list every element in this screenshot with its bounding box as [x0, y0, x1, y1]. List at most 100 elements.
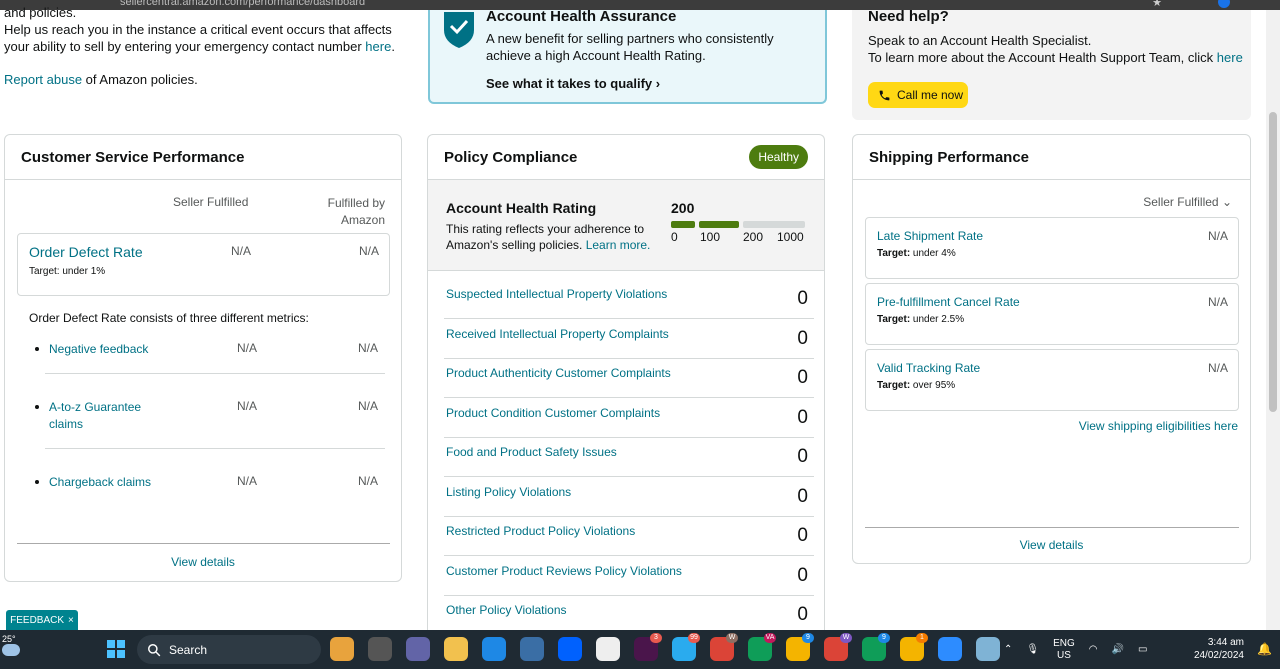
policy-violation-link[interactable]: Other Policy Violations — [446, 603, 567, 617]
widgets-app-icon[interactable] — [330, 637, 354, 661]
target-value: under 2.5% — [910, 314, 965, 325]
chrome-profile-icon[interactable]: W — [824, 633, 852, 661]
slack-app-icon[interactable]: 3 — [634, 633, 662, 661]
call-me-now-button[interactable]: Call me now — [868, 82, 968, 108]
telegram-app-icon[interactable]: 99 — [672, 633, 700, 661]
valid-tracking-rate-box: Valid Tracking Rate Target: over 95% N/A — [865, 349, 1239, 411]
account-health-rating-section: Account Health Rating This rating reflec… — [428, 180, 824, 271]
notification-badge: VA — [764, 633, 776, 643]
weather-widget[interactable]: 25° — [2, 634, 20, 656]
policy-violation-link[interactable]: Listing Policy Violations — [446, 485, 571, 499]
feedback-tab[interactable]: FEEDBACK × — [6, 610, 78, 630]
policy-violation-link[interactable]: Restricted Product Policy Violations — [446, 524, 635, 538]
order-defect-rate-link[interactable]: Order Defect Rate — [29, 244, 143, 260]
card-header: Customer Service Performance — [5, 135, 401, 180]
call-me-now-label: Call me now — [897, 88, 964, 102]
dropbox-icon[interactable] — [558, 637, 582, 661]
fulfillment-channel-dropdown[interactable]: Seller Fulfilled ⌄ — [1143, 195, 1232, 209]
learn-more-link[interactable]: Learn more. — [586, 238, 651, 252]
store-app-icon[interactable] — [520, 637, 544, 661]
zoom-app-icon[interactable] — [938, 637, 962, 661]
metric-value: N/A — [1207, 229, 1228, 243]
chevron-right-icon: › — [655, 76, 661, 91]
divider — [45, 373, 385, 374]
volume-icon[interactable]: 🔊 — [1112, 644, 1124, 655]
policy-violation-link[interactable]: Food and Product Safety Issues — [446, 445, 617, 459]
fulfilled-by-amazon-header: Fulfilled by Amazon — [327, 196, 385, 227]
shipping-performance-title: Shipping Performance — [869, 148, 1030, 166]
profile-avatar[interactable] — [1218, 0, 1230, 8]
divider — [45, 448, 385, 449]
policy-compliance-card: Policy Compliance Healthy Account Health… — [427, 134, 825, 635]
policy-violation-link[interactable]: Product Condition Customer Complaints — [446, 406, 660, 420]
target-value: over 95% — [910, 380, 956, 391]
pre-fulfillment-cancel-rate-link[interactable]: Pre-fulfillment Cancel Rate — [877, 295, 1020, 309]
shipping-performance-card: Shipping Performance Seller Fulfilled ⌄ … — [852, 134, 1251, 564]
help-here-link[interactable]: here — [1217, 50, 1243, 65]
late-shipment-rate-link[interactable]: Late Shipment Rate — [877, 229, 983, 243]
page-scrollbar[interactable] — [1266, 10, 1280, 630]
negative-feedback-link[interactable]: Negative feedback — [49, 341, 159, 358]
metric-fba-value: N/A — [358, 474, 379, 488]
windows-start-icon[interactable] — [107, 640, 125, 658]
healthy-status-badge: Healthy — [749, 145, 808, 169]
chrome-profile-icon[interactable]: 9 — [786, 633, 814, 661]
policy-violation-link[interactable]: Suspected Intellectual Property Violatio… — [446, 287, 667, 301]
language-indicator[interactable]: ENG US — [1053, 638, 1075, 662]
taskbar-apps: 3 99 W VA 9 W 9 1 — [330, 633, 1000, 661]
emergency-contact-link[interactable]: here — [365, 39, 391, 54]
mic-icon[interactable]: 🎙 — [1026, 644, 1039, 655]
metric-fba-value: N/A — [358, 341, 379, 355]
notification-badge: 1 — [916, 633, 928, 643]
amazon-app-icon[interactable] — [596, 637, 620, 661]
chrome-profile-icon[interactable]: 1 — [900, 633, 928, 661]
report-abuse-link[interactable]: Report abuse — [4, 72, 82, 87]
footer-divider — [865, 527, 1239, 528]
shipping-view-details-link[interactable]: View details — [853, 538, 1250, 552]
system-clock[interactable]: 3:44 am 24/02/2024 — [1194, 636, 1244, 662]
seller-fulfilled-header: Seller Fulfilled — [173, 195, 249, 209]
file-explorer-icon[interactable] — [444, 637, 468, 661]
policy-violation-count: 0 — [797, 406, 808, 428]
scrollbar-thumb[interactable] — [1269, 112, 1277, 412]
metric-value: N/A — [1207, 361, 1228, 375]
task-view-icon[interactable] — [368, 637, 392, 661]
account-health-score: 200 — [671, 200, 695, 216]
policy-violation-count: 0 — [797, 564, 808, 586]
close-icon[interactable]: × — [68, 615, 74, 626]
chevron-up-icon[interactable]: ⌃ — [1004, 644, 1012, 655]
notepad-app-icon[interactable] — [976, 637, 1000, 661]
target-label: Target: — [877, 248, 911, 259]
policy-violation-link[interactable]: Product Authenticity Customer Complaints — [446, 366, 671, 380]
policy-violation-count: 0 — [797, 327, 808, 349]
bookmark-star-icon[interactable]: ★ — [1152, 0, 1162, 9]
region-code: US — [1056, 649, 1071, 661]
help-line-specialist: Speak to an Account Health Specialist. — [868, 33, 1092, 48]
policy-violation-link[interactable]: Customer Product Reviews Policy Violatio… — [446, 564, 682, 578]
taskbar-search[interactable]: Search — [137, 635, 321, 664]
battery-icon[interactable]: ▭ — [1138, 644, 1147, 655]
a-to-z-claims-link[interactable]: A-to-z Guarantee claims — [49, 399, 159, 433]
policy-violation-link[interactable]: Received Intellectual Property Complaint… — [446, 327, 669, 341]
notification-badge: W — [840, 633, 852, 643]
chrome-profile-icon[interactable]: 9 — [862, 633, 890, 661]
chargeback-claims-link[interactable]: Chargeback claims — [49, 474, 159, 491]
wifi-icon[interactable]: ◠ — [1089, 644, 1098, 655]
see-qualify-link[interactable]: See what it takes to qualify › — [486, 76, 660, 91]
chrome-profile-icon[interactable]: W — [710, 633, 738, 661]
order-defect-rate-box: Order Defect Rate Target: under 1% N/A N… — [17, 233, 390, 296]
chrome-profile-icon[interactable]: VA — [748, 633, 776, 661]
policy-violation-row: Product Condition Customer Complaints 0 — [444, 399, 814, 438]
teams-app-icon[interactable] — [406, 637, 430, 661]
metric-value: N/A — [1207, 295, 1228, 309]
pre-fulfillment-cancel-rate-box: Pre-fulfillment Cancel Rate Target: unde… — [865, 283, 1239, 345]
valid-tracking-rate-link[interactable]: Valid Tracking Rate — [877, 361, 980, 375]
customer-service-view-details-link[interactable]: View details — [5, 555, 401, 569]
notification-bell-icon[interactable]: 🔔 — [1257, 642, 1272, 656]
edge-browser-icon[interactable] — [482, 637, 506, 661]
rating-bar-segment-mid — [699, 221, 739, 228]
chevron-down-icon: ⌄ — [1221, 195, 1232, 209]
bullet — [35, 480, 39, 484]
view-shipping-eligibilities-link[interactable]: View shipping eligibilities here — [1079, 419, 1238, 433]
need-help-title: Need help? — [868, 10, 949, 24]
